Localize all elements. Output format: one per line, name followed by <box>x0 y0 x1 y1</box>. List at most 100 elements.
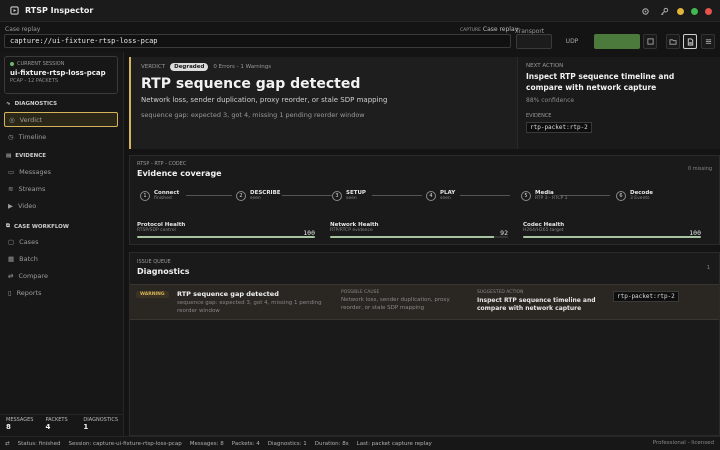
step-number: 3 <box>332 190 342 201</box>
app-title: RTSP Inspector <box>0 5 93 17</box>
status-session: Session: capture-ui-fixture-rtsp-loss-pc… <box>68 440 182 447</box>
next-action-confidence: 88% confidence <box>526 97 575 104</box>
case-replay-label: Case replay <box>5 26 41 33</box>
stat-diagnostics: DIAGNOSTICS 1 <box>77 415 124 436</box>
step-detail: RTP 3 - RTCP 1 <box>535 196 568 201</box>
menu-button[interactable] <box>701 34 715 49</box>
transport-select[interactable] <box>516 34 552 49</box>
settings-icon[interactable] <box>639 5 651 17</box>
section-evidence-label: EVIDENCE <box>15 153 46 159</box>
health-bar-fill <box>137 236 315 238</box>
maximize-button[interactable] <box>691 7 698 15</box>
session-stats: MESSAGES 8 PACKETS 4 DIAGNOSTICS 1 <box>0 414 124 436</box>
step-setup: 3 SETUP seen <box>332 190 366 201</box>
capture-mode[interactable]: CAPTURE Case replay <box>460 26 518 33</box>
sidebar-item-streams[interactable]: ≋ Streams <box>4 181 118 196</box>
step-connector <box>372 195 422 196</box>
possible-cause-label: POSSIBLE CAUSE <box>341 290 380 295</box>
step-detail: seen <box>250 196 261 201</box>
app-title-text: RTSP Inspector <box>25 6 94 15</box>
workflow-icon: ⧉ <box>6 223 10 229</box>
step-play: 4 PLAY seen <box>426 190 455 201</box>
session-status-dot <box>10 62 14 66</box>
diagnostics-count: 1 <box>706 265 710 271</box>
sidebar-item-messages[interactable]: ▭ Messages <box>4 164 118 179</box>
health-sub: H264/H265 target <box>523 228 564 233</box>
run-button[interactable] <box>594 34 640 49</box>
step-connector <box>186 195 232 196</box>
sidebar-item-video[interactable]: ▶ Video <box>4 198 118 213</box>
section-diagnostics: ∿ DIAGNOSTICS <box>6 101 57 107</box>
capture-address-input[interactable]: capture://ui-fixture-rtsp-loss-pcap <box>4 34 511 48</box>
diagnostic-title: RTP sequence gap detected <box>177 290 279 298</box>
health-sub: RTSP/SDP control <box>137 228 176 233</box>
sidebar-item-label: Messages <box>19 167 52 176</box>
report-icon: ▯ <box>8 288 12 297</box>
status-bar: ⇄ Status: finished Session: capture-ui-f… <box>0 436 720 450</box>
current-session-card[interactable]: CURRENT SESSION ui-fixture-rtsp-loss-pca… <box>4 56 118 94</box>
sidebar-item-verdict[interactable]: ◎ Verdict <box>4 112 118 127</box>
step-detail: 3 Events <box>630 196 650 201</box>
sidebar-item-label: Batch <box>19 254 38 263</box>
pulse-icon: ∿ <box>6 101 11 107</box>
cases-icon: ▢ <box>8 237 15 246</box>
verdict-label: VERDICT <box>141 64 166 70</box>
step-number: 2 <box>236 190 246 201</box>
evidence-icon: ▤ <box>6 153 12 159</box>
minimize-button[interactable] <box>677 7 684 15</box>
health-bar <box>137 236 315 238</box>
stat-value: 8 <box>6 423 11 431</box>
open-folder-button[interactable] <box>666 34 680 49</box>
verdict-title: RTP sequence gap detected <box>141 76 361 92</box>
health-bar-fill <box>523 236 701 238</box>
stop-button[interactable] <box>643 34 657 49</box>
sidebar-item-label: Cases <box>19 237 39 246</box>
coverage-missing: 0 missing <box>688 166 712 172</box>
streams-icon: ≋ <box>8 184 14 193</box>
evidence-chip[interactable]: rtp-packet:rtp-2 <box>526 122 592 133</box>
sidebar-item-reports[interactable]: ▯ Reports <box>4 285 118 300</box>
key-icon[interactable] <box>658 5 670 17</box>
sidebar-item-label: Streams <box>18 184 46 193</box>
diagnostic-row[interactable]: WARNING RTP sequence gap detected sequen… <box>130 284 719 320</box>
step-connector <box>460 195 510 196</box>
health-bar-fill <box>330 236 494 238</box>
udp-option[interactable]: UDP <box>560 34 584 49</box>
next-action-title: Inspect RTP sequence timeline and compar… <box>526 72 675 92</box>
close-button[interactable] <box>705 7 712 15</box>
status-last: Last: packet capture replay <box>356 440 432 447</box>
stat-label: DIAGNOSTICS <box>83 417 118 423</box>
issue-queue-label: ISSUE QUEUE <box>137 259 171 265</box>
stat-value: 1 <box>83 423 89 431</box>
sidebar-item-cases[interactable]: ▢ Cases <box>4 234 118 249</box>
status-diagnostics: Diagnostics: 1 <box>267 440 307 447</box>
session-label-row: CURRENT SESSION <box>10 61 112 67</box>
health-value: 92 <box>500 229 508 237</box>
next-action-panel: NEXT ACTION Inspect RTP sequence timelin… <box>517 57 720 149</box>
sidebar-item-batch[interactable]: ▦ Batch <box>4 251 118 266</box>
sidebar-item-timeline[interactable]: ◷ Timeline <box>4 129 118 144</box>
sidebar-item-label: Verdict <box>19 115 43 124</box>
diagnostics-panel: ISSUE QUEUE Diagnostics 1 WARNING RTP se… <box>129 252 720 436</box>
step-connector <box>282 195 332 196</box>
verdict-icon: ◎ <box>9 115 15 124</box>
grid-icon <box>705 39 711 44</box>
health-bar <box>523 236 701 238</box>
license-status: Professional - licensed <box>652 440 714 446</box>
verdict-header: VERDICT Degraded 0 Errors - 1 Warnings <box>141 63 507 71</box>
evidence-chip[interactable]: rtp-packet:rtp-2 <box>613 291 679 302</box>
sidebar-item-compare[interactable]: ⇄ Compare <box>4 268 118 283</box>
export-report-button[interactable] <box>683 34 697 49</box>
health-value: 100 <box>303 229 315 237</box>
diagnostics-title: Diagnostics <box>137 267 190 276</box>
compare-icon: ⇄ <box>8 271 14 280</box>
step-connect: 1 Connect finished <box>140 190 179 201</box>
capture-mode-value: Case replay <box>482 26 519 33</box>
folder-icon <box>669 39 677 45</box>
suggested-action-label: SUGGESTED ACTION <box>477 290 524 295</box>
step-number: 6 <box>616 190 626 201</box>
status-badge: Degraded <box>170 63 209 71</box>
document-icon <box>687 37 693 46</box>
status-duration: Duration: 8s <box>314 440 349 447</box>
status-messages: Messages: 8 <box>189 440 224 447</box>
